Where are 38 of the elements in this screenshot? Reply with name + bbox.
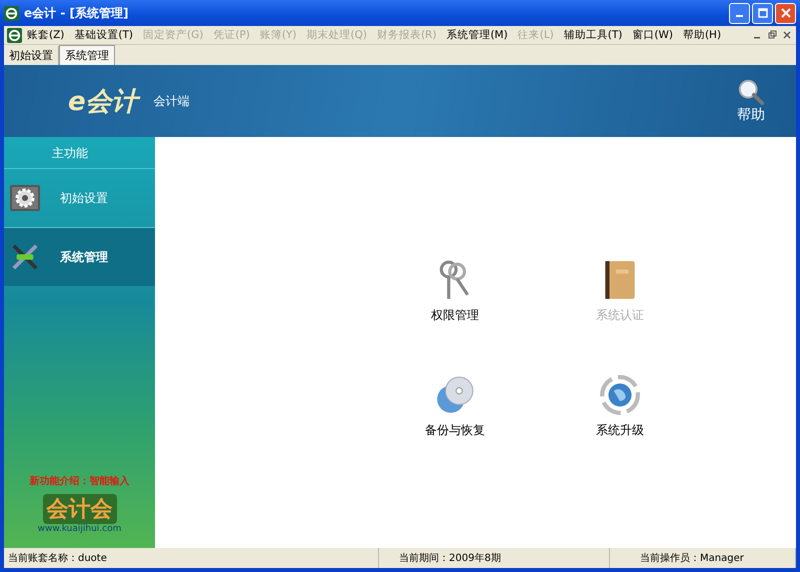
sidebar-item-label: 系统管理 (60, 248, 108, 266)
tab[interactable]: 系统管理 (59, 45, 115, 65)
promo-text: 新功能介绍：智能输入 (28, 474, 130, 488)
app-icon (7, 28, 22, 42)
menu-item[interactable]: 窗口(W) (627, 28, 678, 42)
status-bar-field: 当前期间：2009年8期 (379, 548, 610, 568)
help-button[interactable]: 帮助 (736, 78, 766, 124)
window-title: e会计 - [系统管理] (24, 4, 130, 22)
minimize-button[interactable] (729, 2, 750, 24)
menu-item[interactable]: 账套(Z) (22, 28, 70, 42)
close-button[interactable] (775, 2, 796, 24)
gear-icon (10, 184, 40, 212)
sidebar-item-label: 初始设置 (60, 190, 108, 206)
menu-item[interactable]: 系统管理(M) (441, 28, 513, 42)
function-button[interactable]: 系统升级 (545, 374, 695, 439)
sidebar-item[interactable]: 系统管理 (4, 227, 155, 286)
function-button[interactable]: 权限管理 (380, 259, 530, 324)
header-subtitle: 会计端 (154, 92, 190, 110)
maximize-button[interactable] (752, 2, 773, 24)
status-bar-field: 当前操作员：Manager (610, 548, 796, 568)
sidebar-title: 主功能 (51, 145, 89, 162)
maximize-icon (758, 8, 768, 18)
close-icon (780, 8, 790, 18)
globe-icon (599, 374, 641, 416)
menu-item[interactable]: 辅助工具(T) (558, 28, 628, 42)
disc-icon (434, 374, 476, 416)
menu-item[interactable]: 基础设置(T) (69, 28, 138, 42)
status-bar-field: 当前账套名称：duote (4, 548, 379, 568)
function-button[interactable]: 备份与恢复 (380, 374, 530, 439)
menu-item[interactable]: 帮助(H) (678, 28, 726, 42)
promo-url[interactable]: www.kuaijihui.com (4, 524, 155, 534)
promo-logo: 会计会 (42, 494, 116, 524)
document-window-controls-icon[interactable] (752, 30, 792, 40)
tools-icon (10, 243, 40, 271)
logo: e会计 (68, 84, 138, 118)
app-icon (4, 6, 19, 20)
minimize-icon (736, 15, 743, 17)
search-icon (736, 78, 766, 106)
